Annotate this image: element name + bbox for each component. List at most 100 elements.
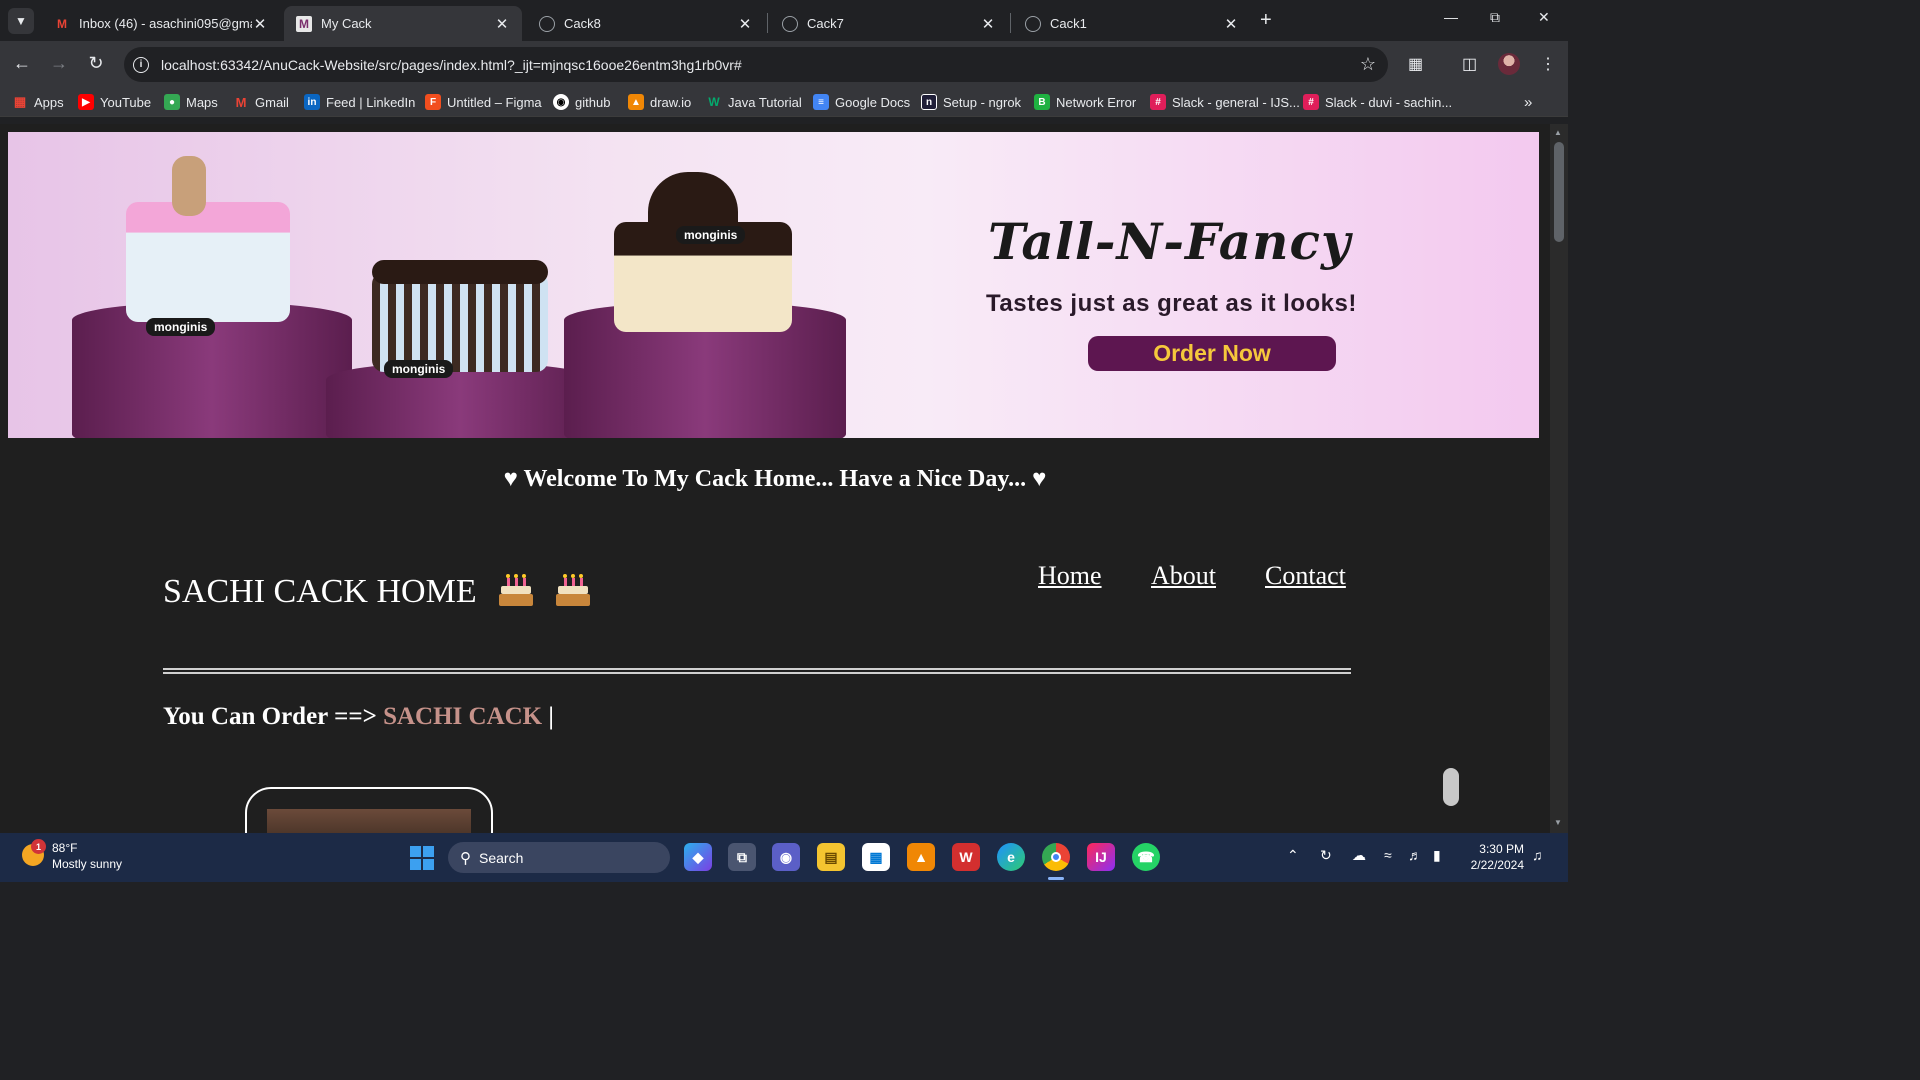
banner-subtitle: Tastes just as great as it looks!	[986, 290, 1357, 317]
profile-avatar[interactable]	[1498, 53, 1520, 75]
bookmark-youtube[interactable]: ▶ YouTube	[78, 94, 151, 110]
ngrok-icon: n	[921, 94, 937, 110]
page-scrollbar[interactable]: ▲ ▼	[1550, 124, 1568, 833]
tray-overflow-chevron-icon[interactable]: ⌃	[1287, 847, 1299, 864]
forward-arrow-icon[interactable]: →	[47, 53, 71, 74]
reload-icon[interactable]: ↻	[84, 53, 108, 74]
side-panel-icon[interactable]: ◫	[1462, 54, 1477, 74]
volume-icon[interactable]: ♬	[1408, 847, 1422, 863]
close-icon[interactable]: ✕	[494, 15, 510, 33]
whatsapp-icon[interactable]: ☎	[1132, 843, 1160, 871]
chrome-browser-icon[interactable]	[1042, 843, 1070, 871]
minimize-icon[interactable]: —	[1444, 9, 1458, 25]
url-text[interactable]: localhost:63342/AnuCack-Website/src/page…	[161, 57, 742, 73]
file-explorer-icon[interactable]: ▤	[817, 843, 845, 871]
bookmark-drawio[interactable]: ▲ draw.io	[628, 94, 691, 110]
brand-tag: monginis	[146, 318, 216, 336]
bookmarks-overflow-icon[interactable]: »	[1524, 94, 1532, 111]
promo-banner[interactable]: monginis monginis monginis Tall-N-Fancy …	[8, 132, 1539, 438]
weather-badge: 1	[31, 839, 46, 854]
tab-my-cack[interactable]: M My Cack ✕	[284, 6, 522, 41]
tab-cack7[interactable]: Cack7 ✕	[770, 6, 1008, 41]
bookmark-figma[interactable]: F Untitled – Figma	[425, 94, 542, 110]
tab-separator	[1010, 13, 1011, 33]
menu-kebab-icon[interactable]: ⋮	[1540, 54, 1556, 74]
scroll-indicator[interactable]	[1443, 768, 1459, 806]
address-bar[interactable]: i localhost:63342/AnuCack-Website/src/pa…	[124, 47, 1388, 82]
brand-tag: monginis	[384, 360, 454, 378]
bookmark-maps[interactable]: ● Maps	[164, 94, 218, 110]
google-docs-icon: ≡	[813, 94, 829, 110]
back-arrow-icon[interactable]: ←	[10, 53, 34, 74]
bookmark-github[interactable]: ◉ github	[553, 94, 610, 110]
product-image	[267, 809, 471, 833]
nav-about-link[interactable]: About	[1151, 561, 1216, 591]
system-clock[interactable]: 3:30 PM 2/22/2024	[1466, 841, 1524, 873]
bookmark-star-icon[interactable]: ☆	[1360, 54, 1376, 75]
edge-browser-icon[interactable]: e	[997, 843, 1025, 871]
bookmark-java-tutorial[interactable]: W Java Tutorial	[706, 94, 801, 110]
close-icon[interactable]: ✕	[252, 15, 268, 33]
wifi-icon[interactable]: ≈	[1384, 847, 1392, 863]
nav-contact-link[interactable]: Contact	[1265, 561, 1346, 591]
globe-icon	[539, 15, 555, 32]
product-card[interactable]	[245, 787, 493, 833]
windows-start-icon[interactable]	[410, 846, 434, 870]
weather-desc[interactable]: Mostly sunny	[52, 857, 122, 871]
tab-gmail[interactable]: M Inbox (46) - asachini095@gmail ✕	[42, 6, 280, 41]
gmail-icon: M	[57, 16, 67, 31]
bookmark-slack-duvi[interactable]: # Slack - duvi - sachin...	[1303, 94, 1452, 110]
bookmark-label: Maps	[186, 94, 218, 110]
cake-pink	[126, 202, 290, 322]
bookmark-label: Untitled – Figma	[447, 94, 542, 110]
microsoft-store-icon[interactable]: ▦	[862, 843, 890, 871]
onedrive-error-icon[interactable]: ☁	[1352, 847, 1366, 864]
copilot-icon[interactable]: ◆	[684, 843, 712, 871]
tab-cack1[interactable]: Cack1 ✕	[1013, 6, 1251, 41]
bookmark-gmail[interactable]: M Gmail	[233, 94, 289, 110]
taskbar-search[interactable]: ⚲ Search	[448, 842, 670, 873]
cake-cream-topper	[648, 172, 738, 232]
site-info-icon[interactable]: i	[133, 56, 149, 73]
bookmark-label: Gmail	[255, 94, 289, 110]
intellij-idea-icon[interactable]: IJ	[1087, 843, 1115, 871]
windows-taskbar: 1 88°F Mostly sunny ⚲ Search ◆ ⧉ ◉ ▤ ▦ ▲…	[0, 833, 1568, 882]
task-view-icon[interactable]: ⧉	[728, 843, 756, 871]
tab-search-button[interactable]: ▼	[8, 8, 34, 34]
extensions-icon[interactable]: ▦	[1408, 54, 1423, 74]
teams-chat-icon[interactable]: ◉	[772, 843, 800, 871]
window-close-icon[interactable]: ✕	[1538, 9, 1550, 26]
battery-icon[interactable]: ▮	[1433, 847, 1441, 864]
bookmarks-bar: ▦ Apps ▶ YouTube ● Maps M Gmail in Feed | Lin…	[0, 88, 1568, 117]
new-tab-button[interactable]: +	[1260, 9, 1272, 32]
scrollbar-thumb[interactable]	[1554, 142, 1564, 242]
close-icon[interactable]: ✕	[1223, 15, 1239, 33]
restore-icon[interactable]: ⧉	[1490, 9, 1500, 26]
notification-bell-icon[interactable]: ♫	[1532, 847, 1543, 863]
bookmark-slack-general[interactable]: # Slack - general - IJS...	[1150, 94, 1300, 110]
clock-time: 3:30 PM	[1479, 842, 1524, 856]
linkedin-icon: in	[304, 94, 320, 110]
scroll-down-arrow-icon[interactable]: ▼	[1554, 818, 1562, 827]
bookmark-ngrok[interactable]: n Setup - ngrok	[921, 94, 1021, 110]
scroll-up-arrow-icon[interactable]: ▲	[1554, 128, 1562, 137]
close-icon[interactable]: ✕	[737, 15, 753, 33]
wps-office-icon[interactable]: W	[952, 843, 980, 871]
page-viewport: monginis monginis monginis Tall-N-Fancy …	[0, 124, 1550, 833]
bookmark-label: Feed | LinkedIn	[326, 94, 416, 110]
slack-icon: #	[1303, 94, 1319, 110]
bookmark-label: draw.io	[650, 94, 692, 110]
tab-title: My Cack	[321, 16, 372, 31]
sync-icon[interactable]: ↻	[1320, 847, 1332, 864]
nav-home-link[interactable]: Home	[1038, 561, 1102, 591]
order-now-button[interactable]: Order Now	[1088, 336, 1336, 371]
weather-temp[interactable]: 88°F	[52, 841, 77, 855]
drawio-app-icon[interactable]: ▲	[907, 843, 935, 871]
close-icon[interactable]: ✕	[980, 15, 996, 33]
tab-cack8[interactable]: Cack8 ✕	[527, 6, 765, 41]
bookmark-linkedin[interactable]: in Feed | LinkedIn	[304, 94, 415, 110]
bookmark-apps[interactable]: ▦ Apps	[12, 94, 64, 110]
bookmark-google-docs[interactable]: ≡ Google Docs	[813, 94, 910, 110]
bookmark-network-error[interactable]: B Network Error	[1034, 94, 1136, 110]
brand-tag: monginis	[676, 226, 746, 244]
